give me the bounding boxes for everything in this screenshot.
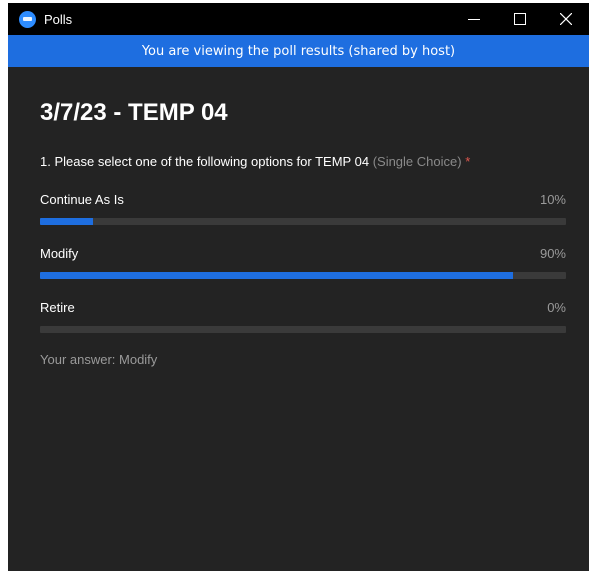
close-button[interactable] bbox=[543, 3, 589, 35]
poll-option-retire: Retire 0% bbox=[40, 299, 566, 333]
option-label: Modify bbox=[40, 246, 79, 261]
result-bar-track bbox=[40, 272, 566, 279]
maximize-button[interactable] bbox=[497, 3, 543, 35]
window-title: Polls bbox=[44, 11, 73, 27]
question-type: (Single Choice) bbox=[372, 154, 462, 169]
question-text: 1. Please select one of the following op… bbox=[40, 154, 370, 169]
poll-option-continue: Continue As Is 10% bbox=[40, 191, 566, 225]
minimize-button[interactable] bbox=[451, 3, 497, 35]
option-percent: 90% bbox=[539, 246, 566, 261]
polls-window: Polls You are viewing the poll results (… bbox=[8, 3, 589, 571]
option-percent: 0% bbox=[547, 300, 566, 315]
maximize-icon bbox=[514, 13, 526, 25]
window-controls bbox=[451, 3, 589, 35]
poll-question: 1. Please select one of the following op… bbox=[40, 152, 566, 171]
result-bar-fill bbox=[40, 272, 514, 279]
option-label: Continue As Is bbox=[40, 192, 124, 207]
title-bar[interactable]: Polls bbox=[8, 3, 589, 35]
option-percent: 10% bbox=[539, 192, 566, 207]
result-bar-track bbox=[40, 326, 566, 333]
results-shared-banner: You are viewing the poll results (shared… bbox=[8, 35, 589, 67]
result-bar-fill bbox=[40, 218, 93, 225]
poll-content: 3/7/23 - TEMP 04 1. Please select one of… bbox=[8, 98, 589, 367]
poll-option-modify: Modify 90% bbox=[40, 245, 566, 279]
zoom-icon bbox=[19, 10, 36, 28]
required-marker: * bbox=[465, 154, 471, 169]
option-label: Retire bbox=[40, 300, 75, 315]
minimize-icon bbox=[468, 19, 480, 20]
close-icon bbox=[560, 13, 572, 25]
poll-title: 3/7/23 - TEMP 04 bbox=[40, 99, 228, 126]
your-answer-text: Your answer: Modify bbox=[40, 352, 158, 367]
zoom-icon-mark bbox=[23, 17, 32, 21]
result-bar-track bbox=[40, 218, 566, 225]
